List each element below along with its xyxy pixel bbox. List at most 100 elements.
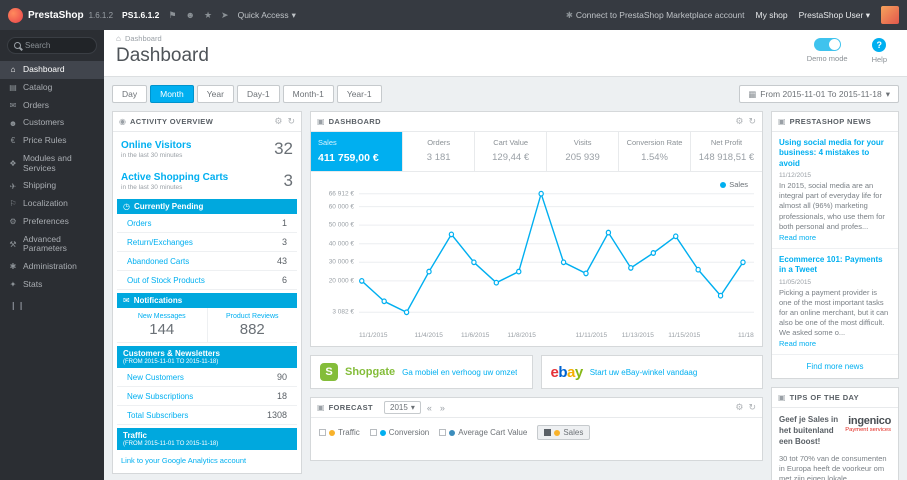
checkbox-icon[interactable] <box>319 429 326 436</box>
favorites-icon[interactable]: ★ <box>204 10 212 21</box>
pending-row[interactable]: Out of Stock Products 6 <box>117 271 297 290</box>
chart-legend[interactable]: Sales <box>720 180 748 189</box>
refresh-icon[interactable]: ↻ <box>748 402 756 413</box>
demo-mode-toggle[interactable] <box>813 38 841 51</box>
range-button[interactable]: Day-1 <box>236 85 280 103</box>
new-messages-cell[interactable]: New Messages 144 <box>117 308 208 343</box>
shopgate-link[interactable]: Ga mobiel en verhoog uw omzet <box>402 368 517 377</box>
range-button[interactable]: Year-1 <box>336 85 382 103</box>
gear-icon[interactable]: ⚙ <box>735 402 743 413</box>
checkbox-icon[interactable] <box>439 429 447 436</box>
sidebar-item[interactable]: ✱ Administration <box>0 258 104 276</box>
active-carts-value: 3 <box>283 171 293 190</box>
forecast-panel-icon: ▣ <box>317 403 325 412</box>
kpi-tile[interactable]: Sales 411 759,00 € <box>311 132 404 171</box>
cart-icon[interactable]: ⚑ <box>168 10 176 21</box>
caret-down-icon: ▾ <box>291 9 296 20</box>
read-more-link[interactable]: Read more <box>779 233 816 242</box>
kpi-tile[interactable]: Net Profit 148 918,51 € <box>691 132 762 171</box>
sidebar-item[interactable]: ⌂ Dashboard <box>0 61 104 79</box>
panel-actions: ⚙ ↻ <box>274 116 295 127</box>
checkbox-icon[interactable] <box>369 429 377 436</box>
breadcrumb[interactable]: ⌂ Dashboard <box>116 34 895 43</box>
active-carts-link[interactable]: Active Shopping Carts <box>121 172 228 183</box>
customers-row[interactable]: New Customers 90 <box>117 368 297 387</box>
shop-name-link[interactable]: PS1.6.1.2 <box>122 10 159 20</box>
range-button[interactable]: Year <box>196 85 234 103</box>
my-shop-link[interactable]: My shop <box>756 10 788 20</box>
product-reviews-cell[interactable]: Product Reviews 882 <box>207 308 297 343</box>
customers-row[interactable]: Total Subscribers 1308 <box>117 406 297 425</box>
notif-label[interactable]: Product Reviews <box>210 313 296 320</box>
sidebar-item-icon: ⚐ <box>9 199 17 209</box>
sidebar-item[interactable]: ☻ Customers <box>0 114 104 132</box>
pending-row[interactable]: Return/Exchanges 3 <box>117 233 297 252</box>
stat-label[interactable]: Out of Stock Products <box>127 276 205 285</box>
kpi-tile[interactable]: Cart Value 129,44 € <box>475 132 548 171</box>
forecast-legend-item[interactable]: Sales <box>537 425 591 440</box>
sidebar-item[interactable]: ✈ Shipping <box>0 177 104 195</box>
online-visitors-value: 32 <box>274 139 293 158</box>
sidebar-collapse-button[interactable]: ❙❙ <box>0 294 104 317</box>
next-year-icon[interactable]: » <box>438 403 447 413</box>
kpi-tile[interactable]: Conversion Rate 1.54% <box>619 132 692 171</box>
year-select[interactable]: 2015 ▾ <box>384 401 421 414</box>
sidebar-item[interactable]: ⚙ Preferences <box>0 213 104 231</box>
stat-label[interactable]: Total Subscribers <box>127 411 188 420</box>
search-input[interactable] <box>25 41 85 50</box>
quick-access-menu[interactable]: Quick Access ▾ <box>238 10 296 21</box>
prestashop-logo-icon <box>8 7 23 23</box>
range-button[interactable]: Month-1 <box>282 85 334 103</box>
ebay-link[interactable]: Start uw eBay-winkel vandaag <box>590 368 698 377</box>
sidebar-item-label: Orders <box>23 99 49 110</box>
stat-label[interactable]: Orders <box>127 219 151 228</box>
rocket-icon[interactable]: ➤ <box>221 10 229 21</box>
user-menu[interactable]: PrestaShop User ▾ <box>799 10 870 21</box>
stat-label[interactable]: New Customers <box>127 373 184 382</box>
shopgate-promo[interactable]: S Shopgate Ga mobiel en verhoog uw omzet <box>310 355 533 389</box>
forecast-legend-item[interactable]: Traffic <box>319 428 360 437</box>
sidebar-item[interactable]: ▤ Catalog <box>0 79 104 97</box>
sidebar-item[interactable]: ❖ Modules and Services <box>0 150 104 178</box>
sidebar-item[interactable]: ✦ Stats <box>0 276 104 294</box>
range-button[interactable]: Day <box>112 85 148 103</box>
notif-value: 144 <box>149 321 175 338</box>
notif-label[interactable]: New Messages <box>119 313 205 320</box>
sidebar-item-icon: ✈ <box>9 181 17 191</box>
range-button[interactable]: Month <box>150 85 194 103</box>
user-avatar[interactable] <box>881 6 899 24</box>
pending-row[interactable]: Orders 1 <box>117 214 297 233</box>
pending-row[interactable]: Abandoned Carts 43 <box>117 252 297 271</box>
marketplace-link[interactable]: ✱ Connect to PrestaShop Marketplace accou… <box>566 10 745 21</box>
sidebar-item[interactable]: € Price Rules <box>0 132 104 150</box>
gear-icon[interactable]: ⚙ <box>735 116 743 127</box>
sidebar-item[interactable]: ✉ Orders <box>0 97 104 115</box>
ebay-promo[interactable]: ebay Start uw eBay-winkel vandaag <box>540 355 763 389</box>
gear-icon[interactable]: ⚙ <box>274 116 282 127</box>
find-more-news-link[interactable]: Find more news <box>772 355 898 378</box>
checkbox-icon[interactable] <box>544 429 552 436</box>
read-more-link[interactable]: Read more <box>779 339 816 348</box>
online-visitors-link[interactable]: Online Visitors <box>121 140 191 151</box>
refresh-icon[interactable]: ↻ <box>287 116 295 127</box>
news-article-link[interactable]: Ecommerce 101: Payments in a Tweet <box>779 255 891 276</box>
date-range-button[interactable]: ▦ From 2015-11-01 To 2015-11-18 ▾ <box>739 85 899 103</box>
customers-icon[interactable]: ☻ <box>185 10 194 20</box>
refresh-icon[interactable]: ↻ <box>748 116 756 127</box>
sidebar-item[interactable]: ⚒ Advanced Parameters <box>0 231 104 259</box>
kpi-tile[interactable]: Visits 205 939 <box>547 132 620 171</box>
forecast-legend-item[interactable]: Conversion <box>369 428 429 437</box>
help-icon[interactable]: ? <box>872 38 887 52</box>
customers-row[interactable]: New Subscriptions 18 <box>117 387 297 406</box>
toggle-knob <box>828 39 840 50</box>
stat-label[interactable]: New Subscriptions <box>127 392 193 401</box>
prev-year-icon[interactable]: « <box>425 403 434 413</box>
news-article-link[interactable]: Using social media for your business: 4 … <box>779 138 891 169</box>
sidebar-item[interactable]: ⚐ Localization <box>0 195 104 213</box>
google-analytics-link[interactable]: Link to your Google Analytics account <box>113 450 301 473</box>
stat-label[interactable]: Return/Exchanges <box>127 238 193 247</box>
forecast-legend-item[interactable]: Average Cart Value <box>439 428 527 437</box>
prestashop-logo[interactable]: PrestaShop 1.6.1.2 <box>8 7 113 23</box>
stat-label[interactable]: Abandoned Carts <box>127 257 189 266</box>
kpi-tile[interactable]: Orders 3 181 <box>403 132 476 171</box>
